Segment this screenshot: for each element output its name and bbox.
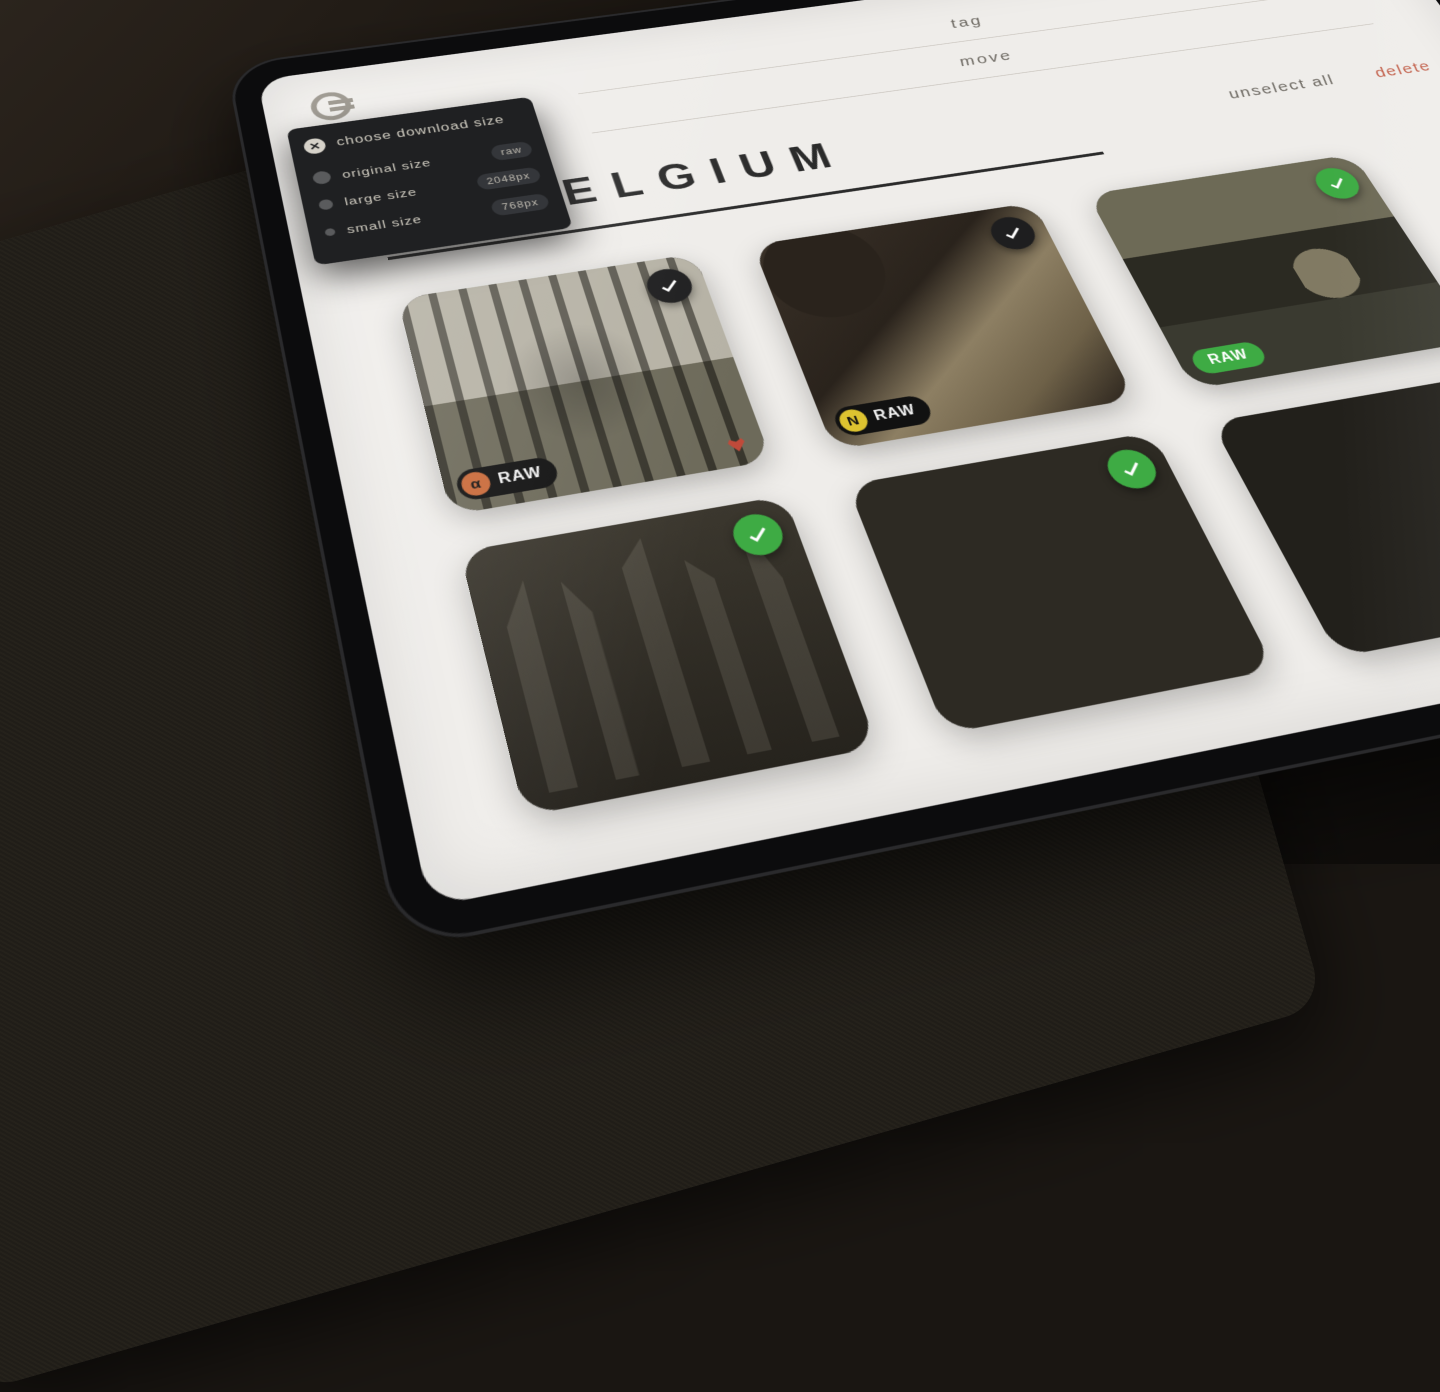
tablet-screen: tag move unselect all delete TO BELGIUM <box>257 0 1440 907</box>
scene-backdrop: tag move unselect all delete TO BELGIUM <box>0 0 1440 864</box>
camera-chip-icon: N <box>836 408 871 434</box>
photo-card[interactable] <box>847 432 1275 734</box>
photo-thumbnail <box>460 496 878 817</box>
delete-button[interactable]: delete <box>1371 59 1436 81</box>
photo-card[interactable]: RAW <box>1088 154 1440 389</box>
photo-card[interactable]: N RAW <box>753 203 1135 451</box>
check-icon <box>999 224 1027 243</box>
raw-label: RAW <box>496 465 544 488</box>
radio-icon <box>324 228 336 237</box>
option-tag: raw <box>489 141 534 161</box>
option-tag: 768px <box>490 193 550 217</box>
close-icon: ✕ <box>308 140 322 153</box>
raw-label: RAW <box>872 403 919 425</box>
check-icon <box>656 276 684 296</box>
check-icon <box>743 523 774 547</box>
photo-app: tag move unselect all delete TO BELGIUM <box>257 0 1440 907</box>
radio-icon <box>318 199 334 211</box>
radio-icon <box>312 170 332 185</box>
photo-thumbnail <box>398 254 772 515</box>
photo-thumbnail <box>847 432 1275 734</box>
photo-card[interactable] <box>460 496 878 817</box>
app-logo-icon[interactable] <box>305 88 358 125</box>
check-icon <box>1116 458 1148 481</box>
photo-card[interactable]: α RAW <box>398 254 772 515</box>
close-button[interactable]: ✕ <box>303 137 328 155</box>
tag-action[interactable]: tag <box>948 14 986 31</box>
option-tag: 2048px <box>475 167 542 191</box>
photo-grid: α RAW N RAW <box>398 132 1440 907</box>
move-action[interactable]: move <box>956 48 1016 69</box>
camera-chip-icon: α <box>459 470 493 498</box>
photo-thumbnail <box>753 203 1135 451</box>
check-icon <box>1323 174 1352 192</box>
